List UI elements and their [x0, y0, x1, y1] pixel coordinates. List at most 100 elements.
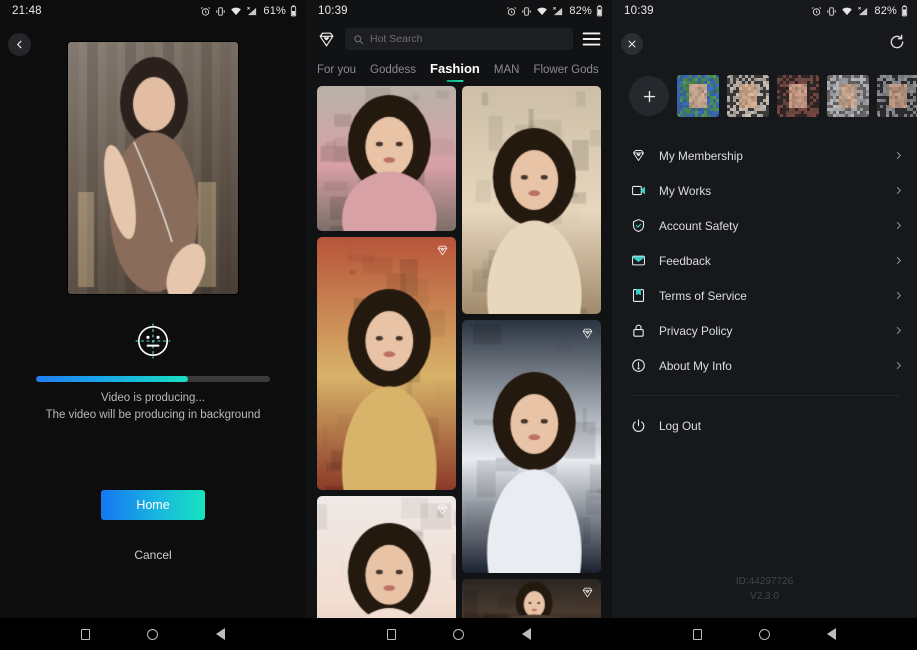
avatar[interactable] — [727, 75, 769, 117]
back-triangle-icon[interactable] — [821, 623, 843, 645]
chevron-right-icon — [894, 252, 903, 270]
home-button[interactable]: Home — [101, 490, 205, 520]
tab-goddess[interactable]: Goddess — [370, 64, 416, 82]
tab-fashion[interactable]: Fashion — [430, 61, 480, 82]
diamond-premium-icon[interactable] — [581, 586, 594, 604]
signal-no-service-icon — [552, 6, 564, 17]
menu-item-account-safety[interactable]: Account Safety — [612, 208, 917, 243]
chevron-right-icon — [894, 182, 903, 200]
back-triangle-icon[interactable] — [515, 623, 537, 645]
battery-percent: 82% — [874, 5, 897, 17]
menu-item-my-membership[interactable]: My Membership — [612, 138, 917, 173]
panel-discover-feed: 10:39 82% Hot Search For you Goddess Fashi… — [306, 0, 612, 650]
avatar-thumbnail — [677, 75, 719, 117]
lock-icon — [630, 322, 647, 339]
feed-top-bar: Hot Search — [306, 22, 612, 56]
back-triangle-icon[interactable] — [209, 623, 231, 645]
battery-icon — [901, 5, 908, 17]
navigation-bar — [612, 618, 917, 650]
recents-square-icon[interactable] — [687, 623, 709, 645]
avatar[interactable] — [827, 75, 869, 117]
feed-card[interactable] — [317, 86, 456, 231]
menu-item-about-my-info[interactable]: About My Info — [612, 348, 917, 383]
status-time: 10:39 — [624, 5, 654, 17]
avatar-thumbnail — [727, 75, 769, 117]
vibrate-icon — [215, 6, 226, 17]
avatar[interactable] — [777, 75, 819, 117]
feed-column-left — [317, 86, 456, 620]
video-preview-thumbnail[interactable] — [68, 42, 238, 294]
refresh-icon — [889, 34, 905, 50]
navigation-bar — [306, 618, 612, 650]
feed-card-image — [317, 237, 456, 490]
android-navigation-bars[interactable] — [0, 618, 917, 650]
search-icon — [353, 34, 364, 45]
search-placeholder: Hot Search — [370, 33, 423, 45]
menu-item-log-out[interactable]: Log Out — [612, 408, 917, 443]
diamond-heart-icon — [630, 147, 647, 164]
menu-item-privacy-policy[interactable]: Privacy Policy — [612, 313, 917, 348]
tab-flower-gods[interactable]: Flower Gods — [533, 64, 598, 82]
battery-icon — [596, 5, 603, 17]
diamond-premium-icon[interactable] — [436, 244, 449, 262]
signal-no-service-icon — [857, 6, 869, 17]
recents-square-icon[interactable] — [381, 623, 403, 645]
feed-card[interactable] — [317, 496, 456, 620]
producing-status-text: Video is producing... The video will be … — [0, 390, 306, 424]
hamburger-menu-icon[interactable] — [582, 31, 601, 47]
chevron-right-icon — [894, 322, 903, 340]
info-circle-icon — [630, 357, 647, 374]
feed-card-image — [462, 320, 601, 573]
feed-card-image — [317, 86, 456, 231]
account-header — [612, 22, 917, 68]
back-button[interactable] — [8, 33, 31, 56]
feed-card[interactable] — [462, 86, 601, 314]
avatar[interactable] — [877, 75, 917, 117]
home-circle-icon[interactable] — [142, 623, 164, 645]
recents-square-icon[interactable] — [75, 623, 97, 645]
tab-for-you[interactable]: For you — [317, 64, 356, 82]
tab-man[interactable]: MAN — [494, 64, 520, 82]
vibrate-icon — [826, 6, 837, 17]
feed-card[interactable] — [317, 237, 456, 490]
close-button[interactable] — [621, 33, 643, 55]
panel-video-producing: 21:48 61% Video — [0, 0, 306, 650]
diamond-premium-icon[interactable] — [581, 327, 594, 345]
wifi-icon — [841, 6, 853, 17]
menu-item-my-works[interactable]: My Works — [612, 173, 917, 208]
account-menu-list[interactable]: My MembershipMy WorksAccount SafetyFeedb… — [612, 124, 917, 443]
category-tab-bar[interactable]: For youGoddessFashionMANFlower GodsEight… — [306, 56, 612, 82]
add-avatar-button[interactable] — [629, 76, 669, 116]
vibrate-icon — [521, 6, 532, 17]
video-frame-icon — [630, 182, 647, 199]
search-input[interactable]: Hot Search — [345, 28, 573, 50]
diamond-premium-icon[interactable] — [436, 503, 449, 521]
status-line-2: The video will be producing in backgroun… — [0, 407, 306, 424]
face-scan-icon — [131, 319, 175, 363]
preview-image — [68, 42, 238, 294]
cancel-button[interactable]: Cancel — [0, 548, 306, 562]
signal-no-service-icon — [246, 6, 258, 17]
chevron-right-icon — [894, 217, 903, 235]
menu-item-label: Log Out — [659, 419, 903, 433]
home-circle-icon[interactable] — [448, 623, 470, 645]
status-bar-2: 10:39 82% — [306, 0, 612, 22]
status-time: 10:39 — [318, 5, 348, 17]
avatar-thumbnail — [777, 75, 819, 117]
status-bar-3: 10:39 82% — [612, 0, 917, 22]
avatar[interactable] — [677, 75, 719, 117]
menu-item-feedback[interactable]: Feedback — [612, 243, 917, 278]
feed-card[interactable] — [462, 320, 601, 573]
three-panel-screenshot: 21:48 61% Video — [0, 0, 917, 650]
document-bookmark-icon — [630, 287, 647, 304]
avatar-strip[interactable] — [612, 68, 917, 124]
menu-item-terms-of-service[interactable]: Terms of Service — [612, 278, 917, 313]
feed-card[interactable] — [462, 579, 601, 620]
diamond-heart-icon[interactable] — [317, 30, 336, 49]
alarm-icon — [811, 6, 822, 17]
feed-masonry-grid[interactable] — [306, 86, 612, 620]
refresh-button[interactable] — [889, 34, 905, 55]
home-circle-icon[interactable] — [754, 623, 776, 645]
power-icon — [630, 417, 647, 434]
battery-percent: 82% — [569, 5, 592, 17]
